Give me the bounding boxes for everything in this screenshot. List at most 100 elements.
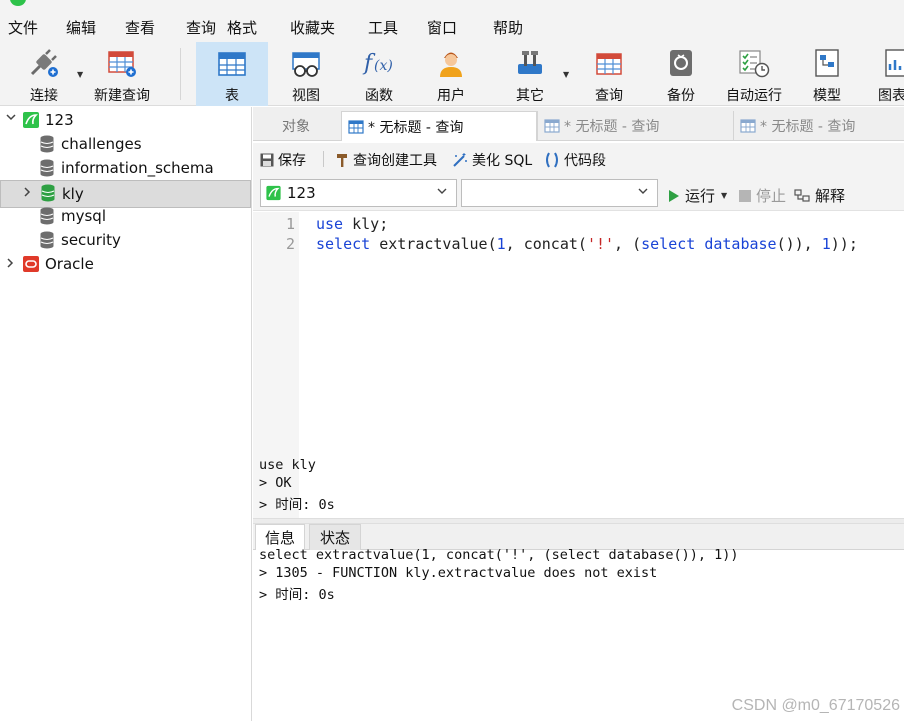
- magic-wand-icon: [452, 153, 468, 167]
- line-number: 1: [285, 215, 295, 233]
- new-query-button[interactable]: 新建查询: [88, 42, 156, 106]
- play-icon: [668, 189, 680, 203]
- auto-run-label: 自动运行: [726, 88, 782, 104]
- backup-label: 备份: [667, 88, 695, 104]
- chart-button[interactable]: 图表: [878, 42, 904, 106]
- oracle-connection-icon: [23, 255, 39, 277]
- line-number: 2: [285, 235, 295, 253]
- save-button[interactable]: 保存: [260, 150, 306, 170]
- chevron-right-icon[interactable]: [5, 257, 15, 272]
- tab-objects[interactable]: 对象: [253, 111, 339, 141]
- tree-db-label: information_schema: [61, 159, 214, 177]
- tree-db-label: mysql: [61, 207, 106, 225]
- database-open-icon: [41, 184, 55, 206]
- query-tab-icon: [740, 119, 756, 133]
- code-token: , concat(: [505, 235, 587, 253]
- code-snippet-button[interactable]: 代码段: [544, 150, 606, 170]
- menu-file[interactable]: 文件: [8, 17, 38, 38]
- result-line: > OK: [259, 475, 292, 491]
- code-line-1: use kly;: [316, 215, 388, 233]
- connect-button[interactable]: 连接: [16, 42, 72, 106]
- run-dropdown-icon[interactable]: ▼: [721, 191, 727, 200]
- view-glasses-icon: [291, 42, 321, 78]
- tree-db-challenges[interactable]: challenges: [0, 132, 251, 156]
- menu-format[interactable]: 格式: [227, 17, 257, 38]
- chevron-down-icon[interactable]: [5, 111, 17, 126]
- code-snippet-label: 代码段: [564, 153, 606, 169]
- tab-label: * 无标题 - 查询: [368, 119, 464, 136]
- database-icon: [40, 159, 54, 181]
- query-button[interactable]: 查询: [581, 42, 637, 106]
- model-label: 模型: [813, 88, 841, 104]
- code-token: ));: [830, 235, 858, 253]
- tab-query[interactable]: * 无标题 - 查询: [537, 111, 733, 141]
- result-line: > 时间: 0s: [259, 497, 335, 513]
- toolbar-separator: [323, 151, 324, 167]
- tree-db-mysql[interactable]: mysql: [0, 204, 251, 228]
- view-button[interactable]: 视图: [276, 42, 336, 106]
- user-icon: [436, 42, 466, 78]
- tools-icon: [515, 42, 545, 78]
- backup-icon: [667, 42, 695, 78]
- run-label: 运行: [685, 187, 716, 205]
- tree-db-label: kly: [62, 185, 84, 203]
- tree-connection-123[interactable]: 123: [0, 108, 251, 132]
- chevron-right-icon[interactable]: [22, 186, 32, 201]
- code-token: kly;: [343, 215, 389, 233]
- sql-editor[interactable]: 1 2 use kly; select extractvalue(1, conc…: [253, 212, 904, 518]
- auto-run-button[interactable]: 自动运行: [721, 42, 787, 106]
- menu-view[interactable]: 查看: [125, 17, 155, 38]
- save-label: 保存: [278, 153, 306, 169]
- title-bar-fragment: [0, 0, 904, 8]
- menu-edit[interactable]: 编辑: [66, 17, 96, 38]
- menu-bar: 文件 编辑 查看 查询 格式 收藏夹 工具 窗口 帮助: [0, 8, 904, 42]
- tree-db-information-schema[interactable]: information_schema: [0, 156, 251, 180]
- stop-button[interactable]: 停止: [739, 185, 786, 206]
- menu-window[interactable]: 窗口: [427, 17, 457, 38]
- connection-tree: 123 challenges information_schema kly my…: [0, 107, 252, 721]
- table-label: 表: [225, 88, 239, 104]
- database-select[interactable]: [461, 179, 658, 207]
- others-label: 其它: [516, 88, 544, 104]
- view-label: 视图: [292, 88, 320, 104]
- model-icon: [813, 42, 841, 78]
- beautify-sql-label: 美化 SQL: [472, 153, 533, 169]
- connection-select[interactable]: 123: [260, 179, 457, 207]
- tab-query[interactable]: * 无标题 - 查询: [733, 111, 904, 141]
- save-icon: [260, 153, 274, 167]
- chevron-down-icon: [637, 185, 649, 200]
- app-logo-icon: [10, 0, 26, 6]
- user-button[interactable]: 用户: [423, 42, 479, 106]
- mysql-connection-icon: [23, 111, 39, 133]
- others-button[interactable]: 其它: [502, 42, 558, 106]
- tab-query-active[interactable]: * 无标题 - 查询: [341, 111, 537, 141]
- connection-select-value: 123: [287, 184, 316, 202]
- function-label: 函数: [365, 88, 393, 104]
- connection-selector-row: 123 运行 ▼ 停止 解释: [253, 175, 904, 211]
- main-toolbar: 连接 ▼ 新建查询 表 视图 f (x) 函数 用户 其它 ▼ 查询 备份 自动…: [0, 42, 904, 106]
- query-builder-button[interactable]: 查询创建工具: [335, 150, 437, 170]
- beautify-sql-button[interactable]: 美化 SQL: [452, 150, 532, 170]
- menu-favorites[interactable]: 收藏夹: [290, 17, 335, 38]
- others-dropdown-icon[interactable]: ▼: [563, 70, 569, 79]
- connect-dropdown-icon[interactable]: ▼: [77, 70, 83, 79]
- tree-connection-label: 123: [45, 111, 74, 129]
- function-button[interactable]: f (x) 函数: [350, 42, 408, 106]
- code-line-2: select extractvalue(1, concat('!', (sele…: [316, 235, 858, 253]
- explain-button[interactable]: 解释: [794, 185, 845, 206]
- code-token: use: [316, 215, 344, 233]
- tree-db-security[interactable]: security: [0, 228, 251, 252]
- menu-query[interactable]: 查询: [186, 17, 216, 38]
- query-builder-label: 查询创建工具: [353, 153, 437, 169]
- model-button[interactable]: 模型: [801, 42, 853, 106]
- menu-help[interactable]: 帮助: [493, 17, 523, 38]
- table-button[interactable]: 表: [196, 42, 268, 106]
- run-button[interactable]: 运行 ▼: [668, 185, 727, 206]
- tree-db-label: challenges: [61, 135, 142, 153]
- tree-db-label: security: [61, 231, 121, 249]
- backup-button[interactable]: 备份: [653, 42, 709, 106]
- tree-connection-oracle[interactable]: Oracle: [0, 252, 251, 276]
- chart-icon: [878, 42, 904, 78]
- menu-tools[interactable]: 工具: [368, 17, 398, 38]
